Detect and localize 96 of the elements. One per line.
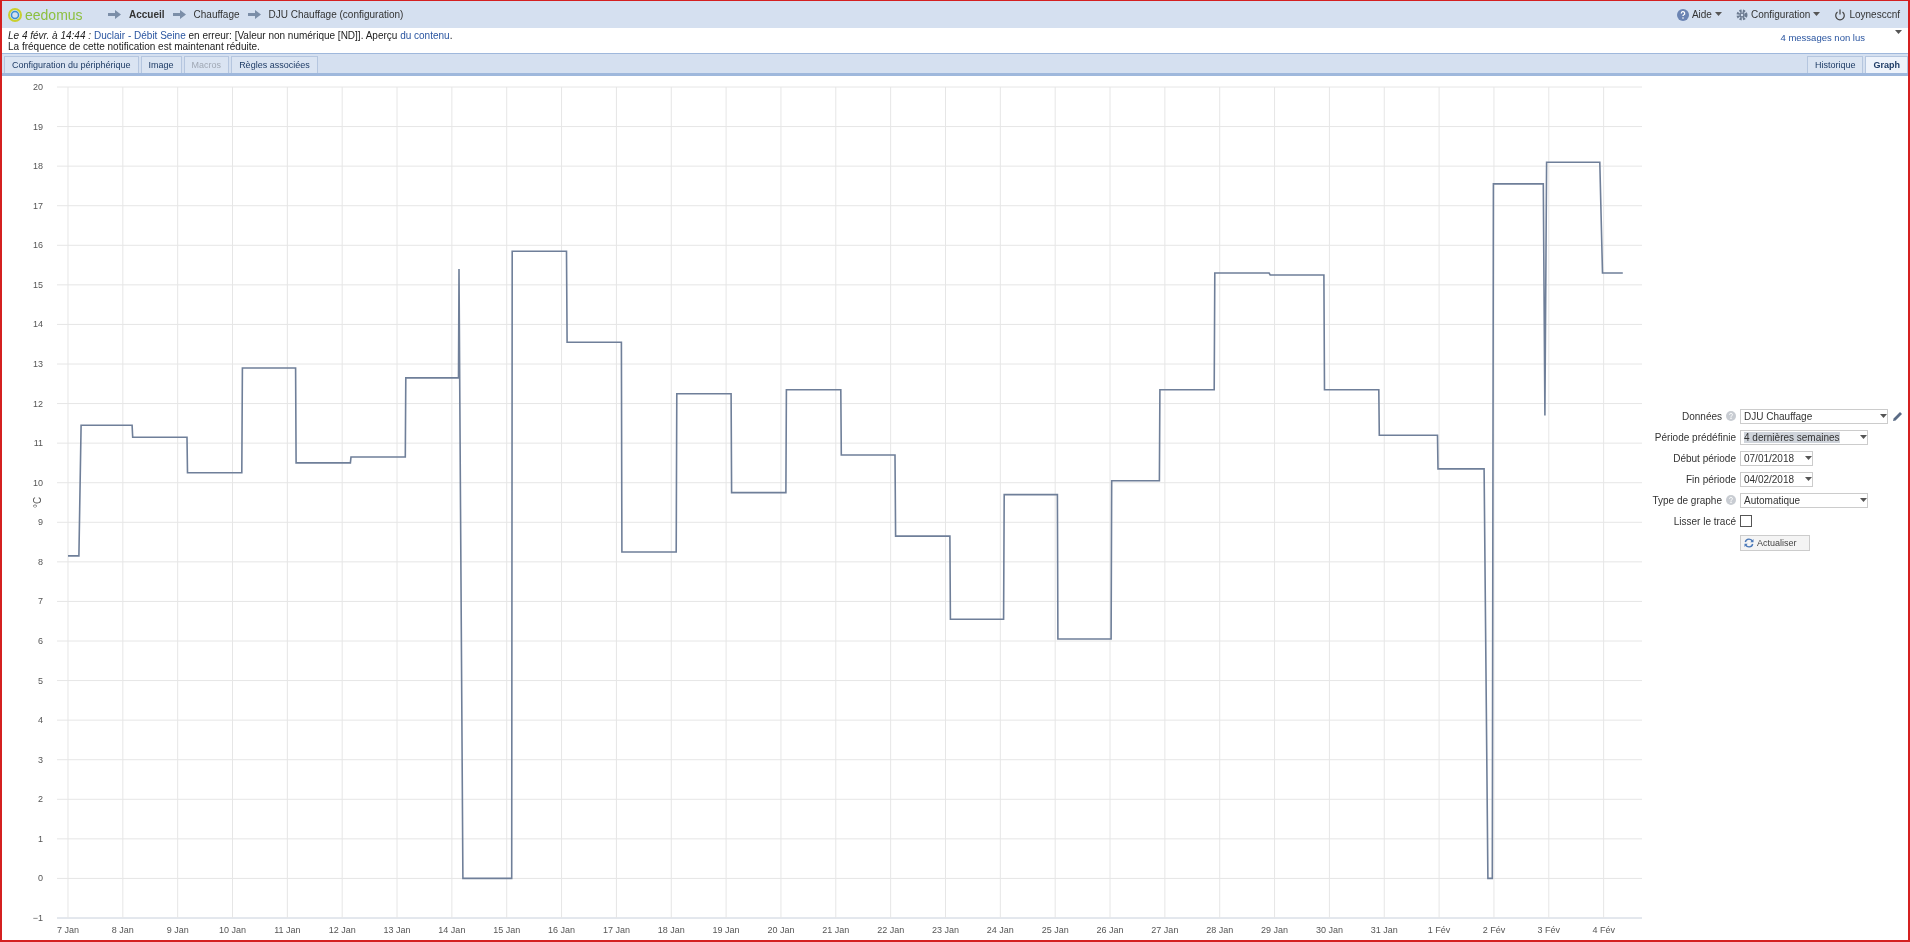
axis-label: 3 — [38, 754, 43, 765]
arrow-icon — [247, 10, 261, 19]
axis-label: 14 — [33, 319, 43, 330]
axis-label: 16 — [33, 240, 43, 251]
axis-label: 2 Fév — [1482, 925, 1506, 935]
caret-icon — [1860, 434, 1867, 440]
axis-label: 16 Jan — [548, 925, 576, 935]
axis-label: 10 Jan — [219, 925, 246, 935]
axis-label: 11 Jan — [274, 925, 301, 935]
unread-messages-link[interactable]: 4 messages non lus — [1780, 32, 1865, 51]
axis-label: 2 — [38, 794, 43, 805]
axis-label: 20 — [33, 82, 43, 92]
logo-text: eedomus — [25, 6, 83, 23]
notification-text: Le 4 févr. à 14:44 : Duclair - Débit Seine en erreur: [Valeur non numérique [ND]]. Aperçu du contenu. La fréquence de cette notification est maintenant réduite. — [8, 30, 454, 51]
logo-icon — [8, 7, 22, 22]
axis-label: 5 — [38, 675, 43, 686]
axis-title: °C — [32, 496, 43, 509]
tab[interactable]: Image — [140, 56, 182, 73]
notification-link[interactable]: Duclair - Débit Seine — [94, 30, 186, 41]
axis-label: 29 Jan — [1261, 925, 1289, 935]
caret-icon — [1880, 413, 1887, 419]
axis-label: 0 — [38, 873, 43, 884]
field-label: Type de graphe — [1652, 494, 1722, 506]
axis-label: 12 — [33, 398, 43, 409]
axis-label: 31 Jan — [1370, 925, 1398, 935]
axis-label: 9 — [38, 517, 43, 528]
date-field[interactable]: 04/02/2018 — [1740, 471, 1813, 487]
axis-label: 15 — [33, 279, 43, 290]
axis-label: 1 Fév — [1427, 925, 1451, 935]
axis-label: 13 Jan — [383, 925, 411, 935]
axis-label: 19 — [33, 121, 43, 132]
axis-label: −1 — [32, 913, 43, 923]
axis-label: 8 Jan — [111, 925, 134, 935]
axis-label: 7 Jan — [56, 925, 79, 935]
axis-label: 30 Jan — [1315, 925, 1343, 935]
axis-label: 8 — [38, 556, 43, 567]
field-label: Lisser le tracé — [1673, 515, 1736, 527]
power-icon — [1834, 8, 1847, 21]
menu-button[interactable]: Configuration — [1733, 8, 1823, 21]
axis-label: 1 — [38, 833, 43, 844]
notification-link[interactable]: du contenu — [400, 30, 450, 41]
axis-label: 28 Jan — [1206, 925, 1234, 935]
axis-label: 21 Jan — [822, 925, 850, 935]
axis-label: 4 Fév — [1592, 925, 1615, 935]
checkbox[interactable] — [1740, 515, 1752, 527]
select-field[interactable]: Automatique — [1740, 492, 1868, 508]
axis-label: 12 Jan — [328, 925, 356, 935]
field-label: Données — [1681, 410, 1722, 422]
tab[interactable]: Historique — [1806, 56, 1864, 73]
axis-label: 6 — [38, 636, 43, 646]
caret-icon — [1805, 476, 1812, 482]
axis-label: 17 Jan — [602, 925, 630, 935]
axis-label: 20 Jan — [767, 925, 795, 935]
axis-label: 25 Jan — [1041, 925, 1069, 935]
axis-label: 18 Jan — [657, 925, 685, 935]
select-field[interactable]: 4 dernières semaines — [1740, 429, 1868, 445]
field-label: Début période — [1673, 452, 1736, 464]
axis-label: 15 Jan — [493, 925, 521, 935]
axis-label: 17 — [33, 200, 43, 211]
axis-label: 22 Jan — [877, 925, 905, 935]
refresh-icon — [1744, 538, 1754, 548]
axis-label: 13 — [33, 359, 43, 369]
axis-label: 26 Jan — [1096, 925, 1124, 935]
help-icon — [1676, 8, 1689, 21]
breadcrumb-link[interactable]: Accueil — [129, 9, 165, 20]
breadcrumb-link[interactable]: Chauffage — [193, 9, 240, 20]
menu-button[interactable]: Loynesccnf — [1832, 8, 1902, 21]
date-field[interactable]: 07/01/2018 — [1740, 450, 1813, 466]
axis-label: 23 Jan — [932, 925, 959, 935]
field-label: Période prédéfinie — [1654, 431, 1736, 443]
settings-icon — [1735, 8, 1748, 21]
select-field[interactable]: DJU Chauffage — [1740, 408, 1888, 424]
axis-label: 18 — [33, 161, 43, 172]
axis-label: 10 — [33, 477, 43, 488]
arrow-icon — [108, 10, 121, 19]
tab[interactable]: Règles associées — [231, 56, 318, 73]
tab[interactable]: Graph — [1865, 56, 1908, 73]
breadcrumb-link[interactable]: DJU Chauffage (configuration) — [268, 9, 404, 20]
axis-label: 14 Jan — [438, 925, 466, 935]
axis-label: 27 Jan — [1151, 925, 1179, 935]
pencil-icon[interactable] — [1892, 410, 1903, 422]
axis-label: 19 Jan — [712, 925, 740, 935]
axis-label: 4 — [38, 715, 43, 726]
field-label: Fin période — [1685, 473, 1736, 485]
tab[interactable]: Configuration du périphérique — [4, 56, 139, 73]
axis-label: 24 Jan — [986, 925, 1014, 935]
axis-label: 7 — [38, 596, 43, 607]
caret-icon — [1860, 497, 1867, 503]
axis-label: 9 Jan — [166, 925, 189, 935]
dropdown-caret-icon — [1895, 30, 1902, 35]
refresh-button[interactable]: Actualiser — [1740, 535, 1810, 551]
arrow-icon — [172, 10, 186, 19]
axis-label: 3 Fév — [1537, 925, 1561, 935]
menu-button[interactable]: Aide — [1674, 8, 1724, 21]
axis-label: 11 — [33, 438, 43, 449]
caret-icon — [1805, 455, 1812, 461]
